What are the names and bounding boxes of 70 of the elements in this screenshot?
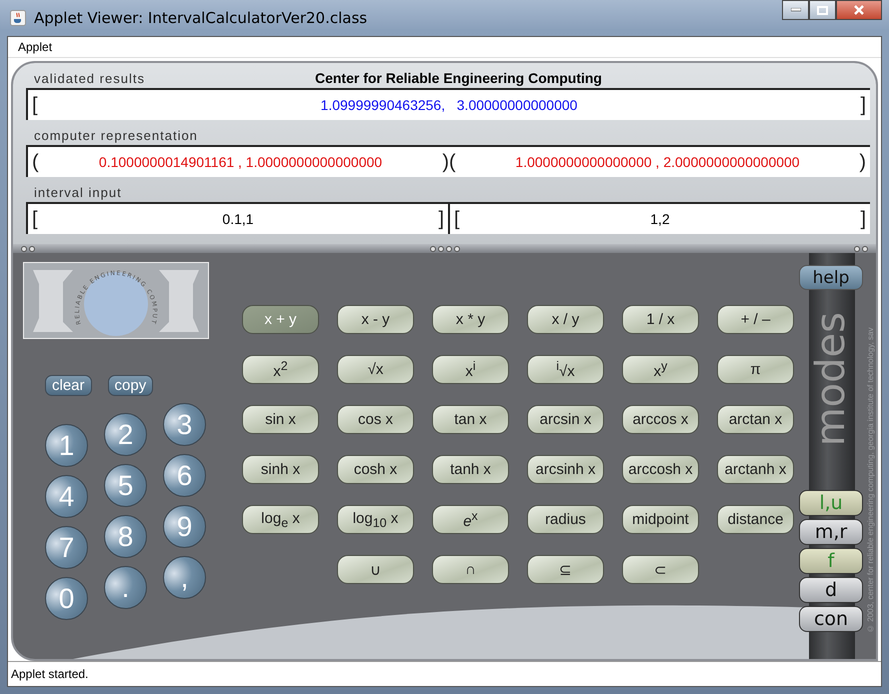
operation-button[interactable]: radius — [527, 505, 604, 534]
operation-button[interactable]: arccosh x — [622, 455, 699, 484]
operation-button[interactable]: + / – — [717, 305, 794, 334]
status-bar: Applet started. — [8, 661, 881, 686]
operation-button[interactable]: π — [717, 355, 794, 384]
close-icon — [854, 5, 864, 15]
section-label: computer representation — [33, 128, 199, 143]
operation-button[interactable]: arcsin x — [527, 405, 604, 434]
minimize-icon — [790, 8, 800, 12]
operation-button[interactable]: cos x — [337, 405, 414, 434]
mode-button[interactable]: con — [799, 606, 863, 632]
menu-item[interactable]: Applet — [18, 40, 52, 54]
help-button[interactable]: help — [799, 265, 863, 290]
operation-button[interactable]: x$^{i}$ — [432, 355, 509, 384]
representation-value: 1.0000000000000000 , 2.0000000000000000 — [514, 154, 801, 170]
operation-button[interactable]: log$_{10}$ x — [337, 505, 414, 534]
window-title: Applet Viewer: IntervalCalculatorVer20.class — [34, 9, 368, 27]
interval-input-field[interactable]: [ 0.1,1 ] — [26, 202, 448, 234]
section-label: interval input — [33, 185, 123, 200]
edit-button[interactable]: clear — [45, 375, 92, 396]
operation-button[interactable]: arctan x — [717, 405, 794, 434]
bracket: ( — [32, 150, 39, 174]
operation-button[interactable]: √x — [337, 355, 414, 384]
operation-button[interactable]: cosh x — [337, 455, 414, 484]
minimize-button[interactable] — [782, 0, 809, 20]
result-value: 1.09999990463256, 3.00000000000000 — [320, 97, 578, 113]
operation-button[interactable]: midpoint — [622, 505, 699, 534]
bracket: [ — [454, 208, 460, 230]
operation-button[interactable]: ∪ — [337, 555, 414, 584]
operation-button[interactable]: x$^{2}$ — [242, 355, 319, 384]
operation-button[interactable]: arccos x — [622, 405, 699, 434]
java-cup-icon — [10, 10, 26, 26]
operation-button[interactable]: tanh x — [432, 455, 509, 484]
bracket: [ — [32, 94, 38, 116]
operation-button[interactable]: ⊂ — [622, 555, 699, 584]
bracket: ] — [860, 208, 866, 230]
bracket: ) — [859, 150, 866, 174]
operation-button[interactable]: e$^{x}$ — [432, 505, 509, 534]
maximize-icon — [817, 6, 828, 14]
operation-button[interactable]: x$^{y}$ — [622, 355, 699, 384]
close-button[interactable] — [836, 0, 882, 20]
operation-button[interactable]: x / y — [527, 305, 604, 334]
operation-button[interactable]: x - y — [337, 305, 414, 334]
mode-button[interactable]: m,r — [799, 519, 863, 546]
mode-button[interactable]: d — [799, 577, 863, 604]
operation-button[interactable]: tan x — [432, 405, 509, 434]
bracket: [ — [32, 208, 38, 230]
operation-button[interactable]: x * y — [432, 305, 509, 334]
bracket: ] — [438, 208, 444, 230]
header-title: Center for Reliable Engineering Computing — [314, 70, 602, 86]
operation-button[interactable]: 1 / x — [622, 305, 699, 334]
operation-button[interactable]: sinh x — [242, 455, 319, 484]
operation-button[interactable]: ∩ — [432, 555, 509, 584]
operation-button[interactable]: $^{i}$√x — [527, 355, 604, 384]
operation-button[interactable]: distance — [717, 505, 794, 534]
bracket: ) — [442, 150, 449, 174]
bracket: ( — [449, 150, 456, 174]
interval-input-field[interactable]: [ 1,2 ] — [448, 202, 870, 234]
bracket: ] — [860, 94, 866, 116]
representation-value: 0.1000000014901161 , 1.0000000000000000 — [98, 154, 384, 170]
edit-button[interactable]: copy — [108, 375, 154, 396]
operation-button[interactable]: ⊆ — [527, 555, 604, 584]
operation-button[interactable]: log$_{e}$ x — [242, 505, 319, 534]
operation-button[interactable]: sin x — [242, 405, 319, 434]
splitter-handle[interactable] — [13, 244, 876, 253]
modes-title: modes — [808, 312, 854, 446]
maximize-button[interactable] — [809, 0, 836, 20]
operation-button[interactable]: arcsinh x — [527, 455, 604, 484]
operation-button[interactable]: arctanh x — [717, 455, 794, 484]
section-label: validated results — [33, 71, 145, 86]
